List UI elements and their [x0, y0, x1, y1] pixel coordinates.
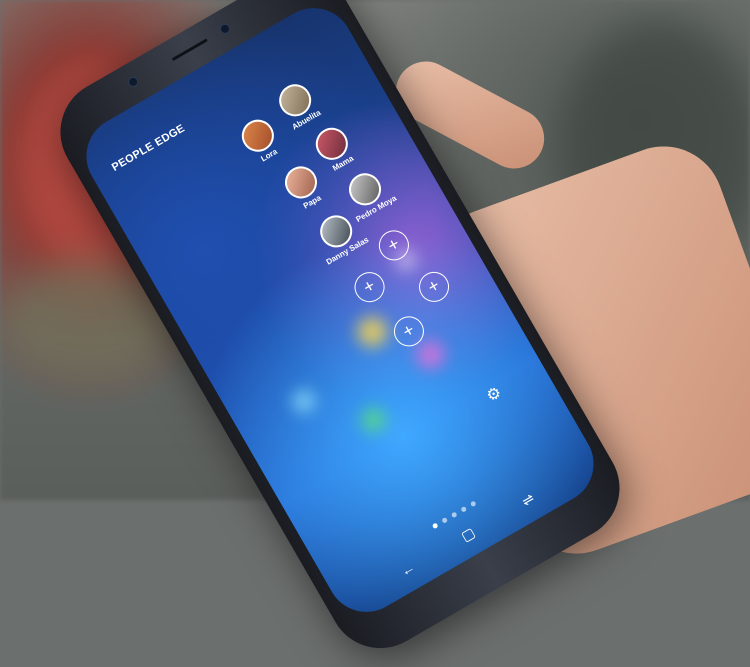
gear-icon[interactable]: ⚙: [483, 382, 505, 406]
page-dot: [441, 516, 449, 524]
panel-title: PEOPLE EDGE: [109, 122, 188, 174]
page-dot: [450, 511, 458, 519]
page-dot: [469, 500, 477, 508]
page-dot: [460, 505, 468, 513]
glow: [351, 311, 393, 353]
phone-scene: PEOPLE EDGE Lora Abuelita Mama Papa Pedr…: [0, 0, 750, 667]
glow: [357, 403, 390, 437]
square-icon[interactable]: ▢: [458, 524, 478, 545]
glow: [288, 386, 319, 417]
back-arrow-icon[interactable]: ←: [397, 559, 417, 580]
add-contact-button[interactable]: +: [349, 266, 391, 308]
earpiece-speaker: [171, 38, 208, 62]
add-contact-button[interactable]: +: [413, 266, 455, 308]
page-dot-active: [431, 522, 439, 530]
iris-sensor: [126, 74, 141, 89]
front-camera: [218, 21, 232, 36]
